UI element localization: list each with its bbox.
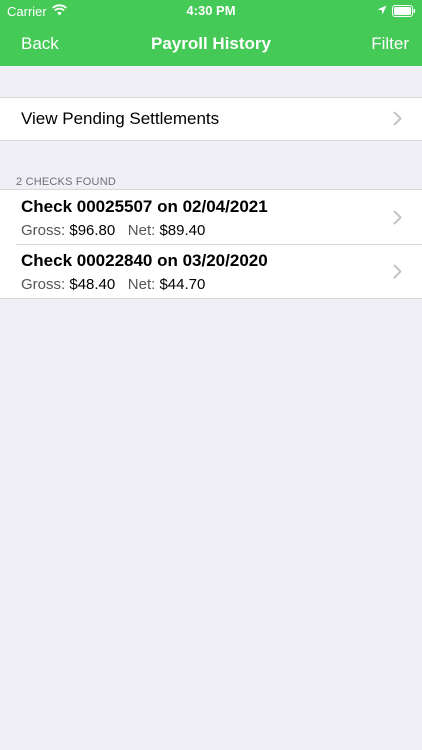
- navigation-bar: Back Payroll History Filter: [0, 22, 422, 66]
- check-row[interactable]: Check 00022840 on 03/20/2020 Gross: $48.…: [0, 244, 422, 298]
- check-amounts: Gross: $96.80 Net: $89.40: [21, 222, 205, 239]
- check-row[interactable]: Check 00025507 on 02/04/2021 Gross: $96.…: [0, 190, 422, 244]
- page-title: Payroll History: [151, 34, 271, 53]
- status-bar: Carrier 4:30 PM: [0, 0, 422, 22]
- chevron-right-icon: [393, 111, 402, 126]
- chevron-right-icon: [393, 210, 402, 225]
- checks-found-header: 2 CHECKS FOUND: [16, 176, 116, 188]
- net-value: $44.70: [159, 276, 206, 293]
- check-title: Check 00022840 on 03/20/2020: [21, 251, 268, 270]
- header: Carrier 4:30 PM Back Payroll History Fil…: [0, 0, 422, 66]
- view-pending-settlements-row[interactable]: View Pending Settlements: [0, 97, 422, 141]
- status-time: 4:30 PM: [186, 3, 236, 18]
- location-icon: [377, 5, 387, 15]
- pending-settlements-label: View Pending Settlements: [21, 109, 220, 128]
- battery-icon: [392, 5, 416, 17]
- net-value: $89.40: [159, 222, 206, 239]
- chevron-right-icon: [393, 264, 402, 279]
- gross-value: $48.40: [69, 276, 116, 293]
- net-label: Net:: [127, 222, 156, 239]
- check-list: Check 00025507 on 02/04/2021 Gross: $96.…: [0, 189, 422, 299]
- gross-value: $96.80: [69, 222, 116, 239]
- net-label: Net:: [127, 276, 156, 293]
- filter-button[interactable]: Filter: [371, 34, 409, 54]
- check-amounts: Gross: $48.40 Net: $44.70: [21, 276, 205, 293]
- check-title: Check 00025507 on 02/04/2021: [21, 197, 268, 216]
- gross-label: Gross:: [21, 276, 66, 293]
- gross-label: Gross:: [21, 222, 66, 239]
